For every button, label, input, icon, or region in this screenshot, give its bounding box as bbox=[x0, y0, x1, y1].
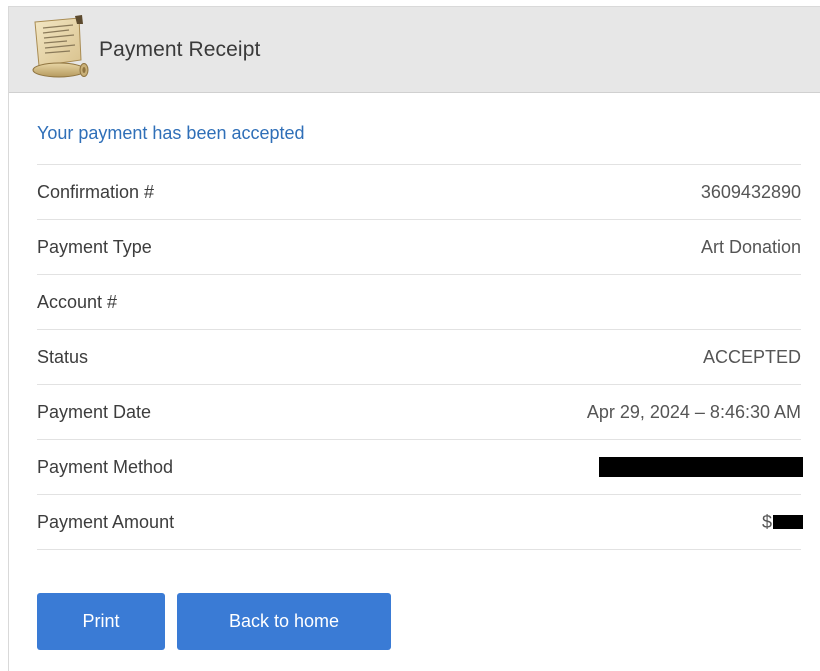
detail-row-payment-amount: Payment Amount $ bbox=[37, 495, 803, 550]
redaction-bar bbox=[773, 515, 803, 529]
panel-header: Payment Receipt bbox=[9, 7, 820, 93]
status-value: ACCEPTED bbox=[702, 346, 801, 367]
detail-row-confirmation: Confirmation # 3609432890 bbox=[37, 165, 801, 220]
page-title: Payment Receipt bbox=[99, 37, 261, 61]
redaction-bar bbox=[599, 457, 803, 477]
detail-label: Account # bbox=[37, 291, 118, 312]
detail-label: Payment Amount bbox=[37, 511, 175, 532]
detail-value bbox=[599, 457, 803, 477]
detail-value: Apr 29, 2024 – 8:46:30 AM bbox=[586, 401, 801, 422]
back-to-home-button[interactable]: Back to home bbox=[177, 593, 391, 650]
detail-label: Confirmation # bbox=[37, 181, 155, 202]
detail-label: Payment Method bbox=[37, 456, 174, 477]
detail-label: Payment Type bbox=[37, 236, 152, 257]
detail-value: 3609432890 bbox=[700, 181, 801, 202]
detail-row-payment-type: Payment Type Art Donation bbox=[37, 220, 801, 275]
detail-value: $ bbox=[761, 511, 803, 533]
detail-row-payment-method: Payment Method bbox=[37, 440, 803, 495]
action-buttons: Print Back to home bbox=[37, 593, 801, 650]
detail-label: Payment Date bbox=[37, 401, 152, 422]
currency-symbol: $ bbox=[761, 511, 772, 532]
receipt-panel: Payment Receipt Your payment has been ac… bbox=[8, 6, 820, 671]
detail-label: Status bbox=[37, 346, 89, 367]
panel-body: Your payment has been accepted Confirmat… bbox=[9, 93, 820, 650]
success-message: Your payment has been accepted bbox=[37, 93, 801, 165]
detail-value: Art Donation bbox=[700, 236, 801, 257]
detail-row-account: Account # bbox=[37, 275, 801, 330]
detail-row-payment-date: Payment Date Apr 29, 2024 – 8:46:30 AM bbox=[37, 385, 801, 440]
print-button[interactable]: Print bbox=[37, 593, 165, 650]
scroll-icon bbox=[32, 14, 89, 77]
detail-row-status: Status ACCEPTED bbox=[37, 330, 801, 385]
